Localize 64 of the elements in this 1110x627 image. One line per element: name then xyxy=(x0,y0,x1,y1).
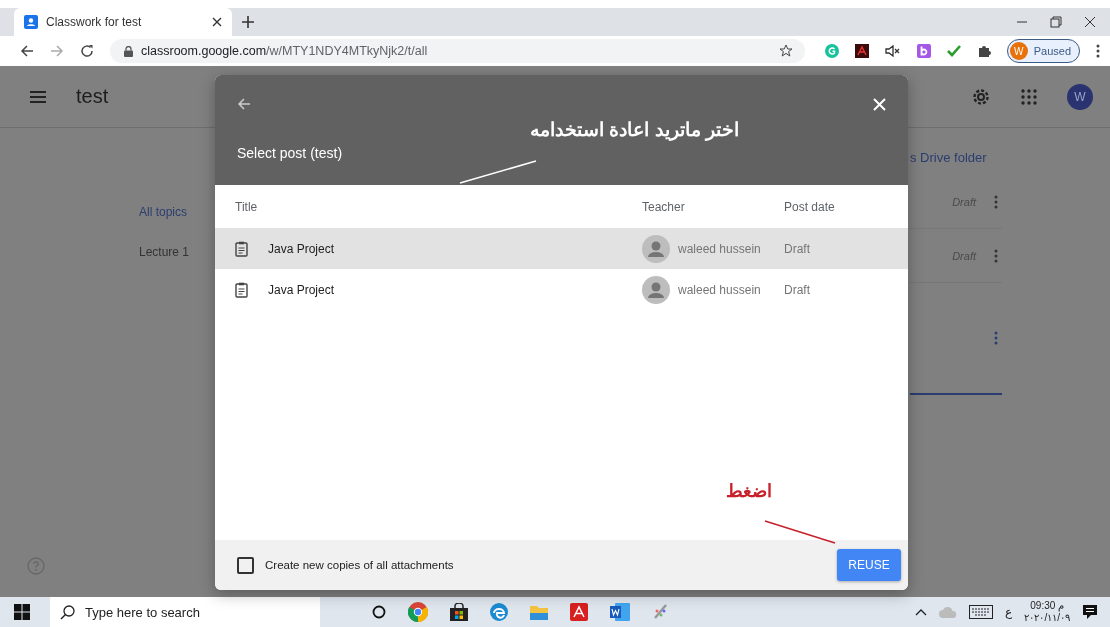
lock-icon xyxy=(124,45,133,57)
column-header: Post date xyxy=(784,199,836,214)
profile-button[interactable]: W Paused xyxy=(1006,39,1080,63)
profile-avatar: W xyxy=(1009,42,1028,60)
reload-icon[interactable] xyxy=(80,44,94,58)
post-row[interactable]: Java Project waleed hussein Draft xyxy=(215,269,908,310)
word-icon[interactable] xyxy=(610,603,630,621)
avatar-icon xyxy=(642,275,670,304)
star-icon[interactable] xyxy=(778,44,793,58)
annotation-text: اختر ماتريد اعادة استخدامه xyxy=(530,118,739,141)
taskbar-search-field[interactable]: Type here to search xyxy=(50,597,320,627)
chevron-up-icon[interactable] xyxy=(915,608,928,616)
apps-grid-icon[interactable] xyxy=(1021,88,1037,105)
browser-tab[interactable]: Classwork for test xyxy=(14,8,232,36)
checkbox[interactable] xyxy=(237,556,254,574)
user-avatar[interactable]: W xyxy=(1067,83,1093,110)
search-placeholder: Type here to search xyxy=(85,604,200,620)
restore-icon[interactable] xyxy=(1050,16,1062,28)
clock-time: 09:30 م xyxy=(1030,600,1065,612)
close-icon[interactable] xyxy=(1084,16,1096,28)
new-tab-icon[interactable] xyxy=(242,16,254,28)
clock-date: ٢٠٢٠/١١/٠٩ xyxy=(1024,612,1070,624)
input-language[interactable]: ع xyxy=(1005,605,1013,619)
tab-title: Classwork for test xyxy=(46,15,143,29)
checkmark-icon[interactable] xyxy=(946,45,961,57)
leader-line xyxy=(764,520,836,544)
post-date: Draft xyxy=(784,282,811,297)
folder-icon[interactable] xyxy=(530,604,548,620)
assignment-icon xyxy=(235,281,248,298)
notification-icon[interactable] xyxy=(1082,604,1098,620)
annotation-text: اضغط xyxy=(726,480,772,502)
post-title: Java Project xyxy=(268,241,335,256)
puzzle-icon[interactable] xyxy=(976,44,991,58)
back-icon[interactable] xyxy=(20,44,34,58)
close-icon[interactable] xyxy=(212,17,222,27)
column-header: Teacher xyxy=(642,199,686,214)
windows-start-icon[interactable] xyxy=(14,604,30,620)
address-field[interactable]: classroom.google.com/w/MTY1NDY4MTkyNjk2/t/all xyxy=(110,39,805,63)
menu-icon[interactable] xyxy=(30,90,46,103)
keyboard-icon[interactable] xyxy=(969,605,994,619)
url-text: classroom.google.com/w/MTY1NDY4MTkyNjk2/t/all xyxy=(141,44,428,58)
post-title: Java Project xyxy=(268,282,335,297)
chrome-icon[interactable] xyxy=(408,602,428,622)
post-row[interactable]: Java Project waleed hussein Draft xyxy=(215,228,908,269)
teacher-name: waleed hussein xyxy=(678,241,761,256)
classroom-icon xyxy=(24,15,38,29)
post-date: Draft xyxy=(784,241,811,256)
reuse-button[interactable]: REUSE xyxy=(837,549,901,581)
store-bag-icon[interactable] xyxy=(450,603,468,621)
b-extension-icon[interactable] xyxy=(916,44,931,58)
search-icon xyxy=(60,604,75,620)
settings-icon[interactable] xyxy=(971,86,991,107)
assignment-icon xyxy=(235,240,248,257)
dialog-title: Select post (test) xyxy=(237,145,344,161)
task-view-icon[interactable] xyxy=(372,605,386,619)
column-header: Title xyxy=(235,199,259,214)
profile-status: Paused xyxy=(1033,45,1071,57)
teacher-name: waleed hussein xyxy=(678,282,761,297)
checkbox-label: Create new copies of all attachments xyxy=(265,559,454,571)
avatar-icon xyxy=(642,234,670,263)
more-icon[interactable] xyxy=(1096,44,1100,58)
edge-icon[interactable] xyxy=(490,603,508,621)
course-title: test xyxy=(76,85,109,108)
mute-icon[interactable] xyxy=(884,45,901,57)
